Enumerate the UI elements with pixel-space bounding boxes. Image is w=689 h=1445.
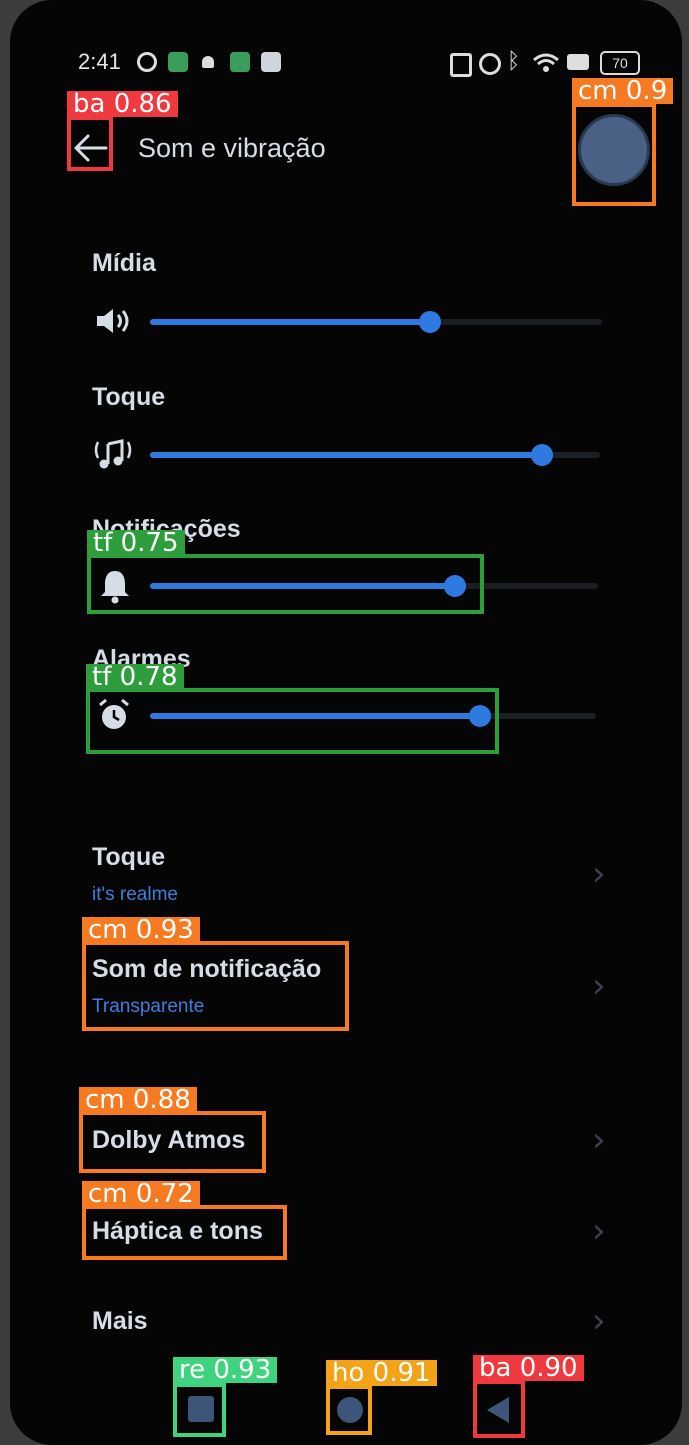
- detection-label-alarm-slider: tf 0.78: [86, 664, 184, 690]
- app-icon-green-grid: [168, 52, 188, 72]
- detection-box-recents: [173, 1383, 226, 1437]
- setting-ringtone[interactable]: Toque it's realme ›: [92, 840, 612, 920]
- detection-box-notif-sound: [82, 941, 349, 1031]
- detection-box-nav-back: [473, 1380, 525, 1438]
- page-title: Som e vibração: [138, 133, 326, 163]
- app-icon-settings: [137, 52, 157, 72]
- detection-box-haptic: [82, 1205, 287, 1260]
- slider-thumb[interactable]: [530, 444, 553, 466]
- slider-thumb[interactable]: [419, 311, 442, 333]
- detection-box-dolby: [79, 1111, 266, 1173]
- ring-volume-slider[interactable]: [150, 444, 600, 466]
- detection-label-nav-back: ba 0.90: [473, 1355, 584, 1381]
- chevron-right-icon: ›: [592, 1301, 606, 1341]
- setting-title: Toque: [92, 843, 166, 871]
- media-label: Mídia: [92, 249, 156, 277]
- alarm-status-icon: [479, 53, 501, 75]
- speaker-icon: [97, 309, 129, 333]
- music-note-icon: [94, 439, 132, 469]
- detection-label-back: ba 0.86: [67, 91, 178, 117]
- battery-icon: 70: [600, 51, 640, 75]
- chevron-right-icon: ›: [592, 966, 606, 1006]
- detection-box-notif-slider: [87, 554, 484, 614]
- ring-label: Toque: [92, 383, 166, 411]
- detection-label-home: ho 0.91: [326, 1360, 437, 1386]
- chevron-right-icon: ›: [592, 854, 606, 894]
- wifi-icon: [533, 53, 559, 72]
- setting-title: Mais: [92, 1307, 148, 1335]
- detection-label-floating: cm 0.9: [572, 78, 674, 104]
- setting-subtitle: it's realme: [92, 884, 178, 905]
- media-volume-slider[interactable]: [150, 311, 602, 333]
- detection-label-haptic: cm 0.72: [82, 1181, 200, 1207]
- detection-box-alarm-slider: [86, 688, 499, 754]
- setting-more[interactable]: Mais ›: [92, 1301, 612, 1345]
- bluetooth-icon: ᛒ: [507, 49, 521, 74]
- sim-off-icon: [567, 54, 589, 70]
- nfc-icon: [450, 53, 472, 77]
- detection-box-home: [326, 1385, 372, 1435]
- status-time: 2:41: [78, 49, 121, 74]
- detection-box-floating: [572, 103, 656, 206]
- detection-label-notif-slider: tf 0.75: [87, 530, 185, 556]
- chevron-right-icon: ›: [592, 1120, 606, 1160]
- detection-label-recents: re 0.93: [173, 1357, 278, 1383]
- detection-label-dolby: cm 0.88: [79, 1087, 197, 1113]
- detection-label-notif-sound: cm 0.93: [82, 917, 200, 943]
- android-icon: [202, 56, 214, 68]
- app-icon-green: [230, 52, 250, 72]
- detection-box-back: [67, 116, 113, 171]
- app-icon-gray: [261, 52, 281, 72]
- chevron-right-icon: ›: [592, 1211, 606, 1251]
